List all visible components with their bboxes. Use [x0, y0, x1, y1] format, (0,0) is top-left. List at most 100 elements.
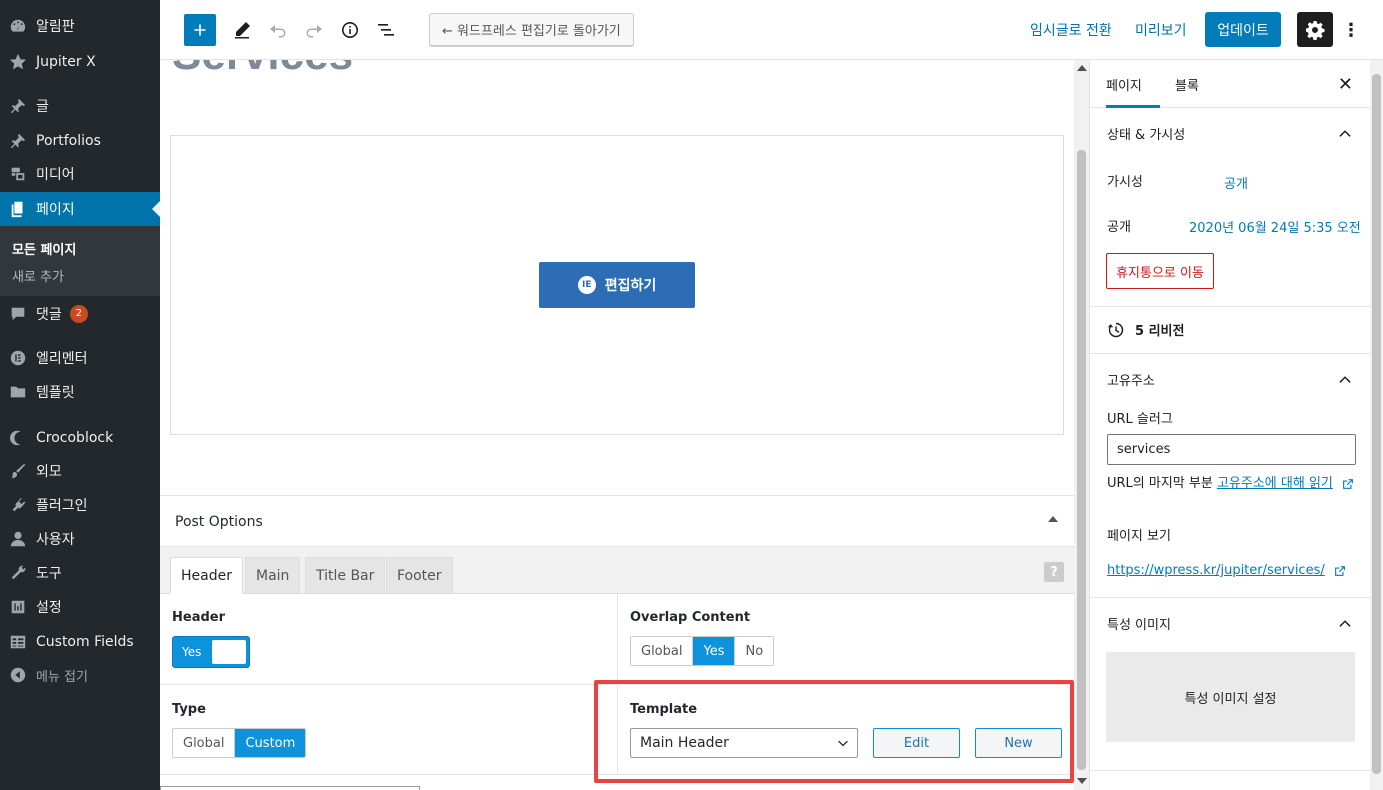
- post-options-header[interactable]: Post Options: [160, 496, 1074, 547]
- type-option-global[interactable]: Global: [173, 729, 236, 757]
- menu-item-tools[interactable]: 도구: [0, 556, 160, 590]
- menu-label: 엘리멘터: [36, 351, 88, 367]
- menu-label: Jupiter X: [36, 54, 96, 70]
- external-link-icon: [1334, 565, 1345, 576]
- close-icon[interactable]: ✕: [1338, 74, 1353, 95]
- view-page-label: 페이지 보기: [1107, 529, 1171, 544]
- update-button[interactable]: 업데이트: [1205, 12, 1281, 47]
- revisions-link[interactable]: 5 리비전: [1107, 320, 1184, 339]
- media-icon: [0, 165, 36, 183]
- gear-icon: [1306, 20, 1325, 40]
- scroll-down-arrow-icon[interactable]: [1077, 778, 1087, 784]
- menu-item-crocoblock[interactable]: Crocoblock: [0, 421, 160, 455]
- sidebar-scrollbar[interactable]: [1370, 60, 1383, 790]
- overlap-option-no[interactable]: No: [735, 637, 774, 665]
- undo-button[interactable]: [264, 14, 292, 46]
- menu-item-dashboard[interactable]: 알림판: [0, 9, 160, 43]
- back-to-wordpress-editor-button[interactable]: ← 워드프레스 편집기로 돌아가기: [429, 13, 634, 46]
- user-icon: [0, 530, 36, 548]
- content-scrollbar[interactable]: [1074, 60, 1089, 790]
- outline-button[interactable]: [372, 14, 400, 46]
- tools-button[interactable]: [228, 14, 256, 46]
- collapse-arrow-icon[interactable]: [1048, 516, 1058, 522]
- menu-item-pages[interactable]: 페이지: [0, 192, 160, 226]
- tab-footer[interactable]: Footer: [386, 557, 453, 594]
- menu-item-plugins[interactable]: 플러그인: [0, 488, 160, 522]
- redo-icon: [306, 25, 322, 38]
- tab-title-bar[interactable]: Title Bar: [305, 557, 386, 594]
- star-icon: [0, 53, 36, 71]
- pin-icon: [0, 132, 36, 150]
- post-options-tabs: Header Main Title Bar Footer ?: [160, 547, 1074, 594]
- comment-count-badge: 2: [69, 305, 88, 323]
- redo-button[interactable]: [300, 14, 328, 46]
- permalink-help-link[interactable]: 고유주소에 대해 읽기: [1217, 476, 1333, 491]
- move-to-trash-button[interactable]: 휴지통으로 이동: [1106, 253, 1214, 289]
- overlap-option-yes[interactable]: Yes: [693, 637, 736, 665]
- menu-item-jupiter-x[interactable]: Jupiter X: [0, 45, 160, 79]
- tab-header[interactable]: Header: [170, 557, 243, 594]
- menu-item-portfolios[interactable]: Portfolios: [0, 124, 160, 158]
- type-segmented: Global Custom: [172, 728, 307, 758]
- info-icon: [342, 22, 358, 38]
- scroll-thumb[interactable]: [1077, 150, 1086, 770]
- permalink-title[interactable]: 고유주소: [1107, 370, 1155, 389]
- visibility-label: 가시성: [1107, 175, 1143, 190]
- set-featured-image-button[interactable]: 특성 이미지 설정: [1106, 652, 1355, 742]
- panel-divider: [1090, 770, 1370, 771]
- panel-divider: [1090, 306, 1370, 307]
- header-toggle-label: Yes: [182, 645, 202, 659]
- overlap-content-segmented: Global Yes No: [630, 636, 775, 666]
- chevron-up-icon: [1339, 376, 1351, 383]
- tab-page[interactable]: 페이지: [1106, 60, 1160, 108]
- header-toggle[interactable]: Yes: [172, 636, 250, 668]
- settings-button[interactable]: [1297, 12, 1333, 47]
- submenu-add-new[interactable]: 새로 추가: [12, 266, 64, 285]
- type-option-custom[interactable]: Custom: [235, 729, 306, 757]
- menu-item-media[interactable]: 미디어: [0, 157, 160, 191]
- menu-label: 미디어: [36, 167, 75, 183]
- menu-item-posts[interactable]: 글: [0, 89, 160, 123]
- switch-to-draft-link[interactable]: 임시글로 전환: [1030, 20, 1112, 40]
- menu-collapse[interactable]: 메뉴 접기: [0, 658, 160, 692]
- url-slug-label: URL 슬러그: [1107, 412, 1173, 427]
- scroll-up-arrow-icon[interactable]: [1077, 65, 1087, 71]
- menu-label: 댓글: [36, 307, 62, 323]
- menu-item-comments[interactable]: 댓글 2: [0, 297, 160, 331]
- featured-image-title[interactable]: 특성 이미지: [1107, 614, 1171, 633]
- sidebar-scroll-thumb[interactable]: [1372, 74, 1381, 774]
- menu-item-users[interactable]: 사용자: [0, 522, 160, 556]
- chevron-up-icon: [1339, 620, 1351, 627]
- menu-item-custom-fields[interactable]: Custom Fields: [0, 625, 160, 659]
- page-url-link[interactable]: https://wpress.kr/jupiter/services/: [1107, 563, 1325, 578]
- status-visibility-title[interactable]: 상태 & 가시성: [1107, 124, 1185, 143]
- info-button[interactable]: [336, 14, 364, 46]
- panel-divider: [1090, 353, 1370, 354]
- page-title[interactable]: Services: [172, 60, 353, 80]
- url-slug-input[interactable]: services: [1107, 434, 1356, 465]
- menu-label: 사용자: [36, 532, 75, 548]
- revisions-label: 5 리비전: [1135, 324, 1185, 339]
- add-block-button[interactable]: [184, 14, 216, 46]
- brush-icon: [0, 462, 36, 480]
- menu-item-elementor[interactable]: 엘리멘터: [0, 341, 160, 375]
- edit-with-elementor-button[interactable]: IE 편집하기: [539, 262, 695, 308]
- tab-block[interactable]: 블록: [1175, 60, 1199, 108]
- tab-main[interactable]: Main: [245, 557, 301, 594]
- menu-item-settings[interactable]: 설정: [0, 590, 160, 624]
- submenu-all-pages[interactable]: 모든 페이지: [12, 239, 76, 258]
- more-options-button[interactable]: ⋮: [1342, 14, 1360, 46]
- menu-item-appearance[interactable]: 외모: [0, 454, 160, 488]
- help-icon[interactable]: ?: [1044, 562, 1064, 582]
- comment-icon: [0, 305, 36, 323]
- admin-sidebar: 알림판 Jupiter X 글 Portfolios 미디어 페이지 모든 페이…: [0, 0, 160, 790]
- list-outline-icon: [378, 24, 394, 36]
- publish-date-link[interactable]: 2020년 06월 24일 5:35 오전: [1189, 217, 1361, 236]
- menu-item-templates[interactable]: 템플릿: [0, 375, 160, 409]
- plugin-icon: [0, 496, 36, 514]
- menu-label: Custom Fields: [36, 634, 134, 650]
- visibility-value-link[interactable]: 공개: [1224, 173, 1248, 192]
- menu-label: 외모: [36, 464, 62, 480]
- overlap-option-global[interactable]: Global: [631, 637, 694, 665]
- preview-link[interactable]: 미리보기: [1135, 20, 1187, 40]
